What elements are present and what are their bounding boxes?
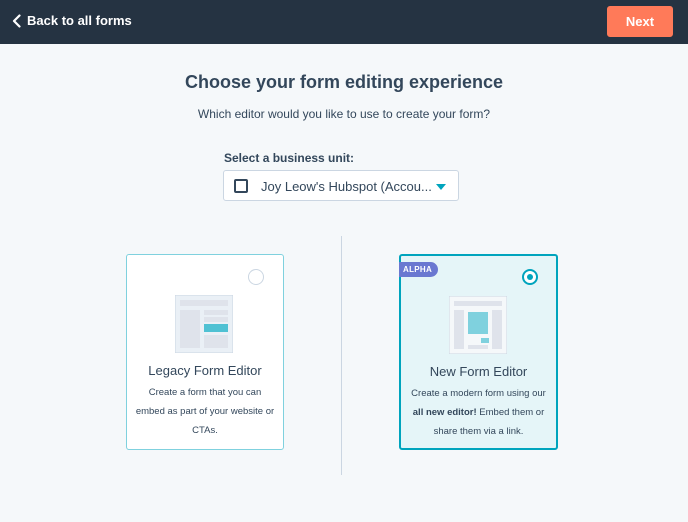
legacy-editor-title: Legacy Form Editor [148,363,262,378]
new-editor-highlight: all new editor! [412,407,477,418]
chevron-left-icon [12,13,21,28]
new-editor-description: Create a modern form using our all new e… [411,388,546,437]
next-button[interactable]: Next [607,6,673,37]
new-form-illustration-icon [449,296,507,354]
legacy-editor-radio[interactable] [248,269,264,285]
page-subtitle: Which editor would you like to use to cr… [197,107,491,121]
business-unit-dropdown[interactable]: Joy Leow's Hubspot (Accou... [223,170,459,201]
new-editor-radio[interactable] [522,269,538,285]
divider [341,236,342,475]
legacy-editor-description: Create a form that you can embed as part… [135,387,275,436]
new-editor-card[interactable]: ALPHA New Form Editor Create a modern fo… [399,254,558,450]
legacy-editor-card[interactable]: Legacy Form Editor Create a form that yo… [126,254,284,450]
back-to-forms-link[interactable]: Back to all forms [12,13,132,28]
top-bar: Back to all forms Next [0,0,688,44]
caret-down-icon [436,184,446,190]
business-unit-label: Select a business unit: [224,151,355,165]
legacy-form-illustration-icon [175,295,233,353]
new-editor-title: New Form Editor [429,364,528,379]
alpha-badge: ALPHA [399,262,439,277]
business-unit-value: Joy Leow's Hubspot (Accou... [261,179,432,194]
page-title: Choose your form editing experience [184,72,504,92]
back-link-label: Back to all forms [27,13,132,28]
business-unit-checkbox-icon [234,179,248,193]
